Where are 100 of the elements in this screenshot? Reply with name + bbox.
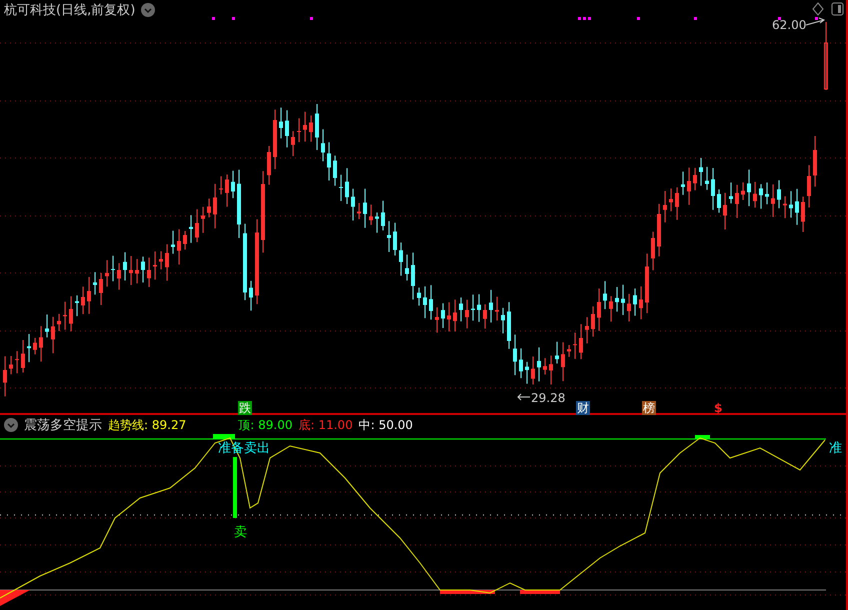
candle	[537, 346, 541, 382]
candle	[549, 355, 553, 385]
candle	[117, 262, 121, 290]
candle	[465, 299, 469, 329]
candle	[597, 288, 601, 332]
candle	[381, 200, 385, 231]
dropdown-icon[interactable]	[141, 3, 156, 17]
candle	[363, 188, 367, 228]
candle	[753, 181, 757, 208]
candle	[501, 307, 505, 334]
candle	[747, 169, 751, 207]
candle	[399, 242, 403, 276]
candle	[603, 280, 607, 310]
candle	[105, 260, 109, 288]
candle	[57, 313, 61, 332]
level-value: 中: 50.00	[358, 416, 413, 434]
event-marker[interactable]: $	[713, 401, 724, 415]
candle	[699, 157, 703, 186]
candle	[201, 206, 205, 234]
candle	[807, 164, 811, 208]
level-value: 顶: 89.00	[238, 416, 292, 434]
candle	[789, 190, 793, 218]
candle	[183, 230, 187, 250]
candle	[675, 186, 679, 220]
candle	[681, 171, 685, 196]
candle	[195, 208, 199, 243]
candle	[165, 244, 169, 282]
indicator-name: 震荡多空提示	[24, 417, 102, 434]
candle	[327, 142, 331, 182]
candle	[777, 180, 781, 209]
candle	[303, 111, 307, 142]
sell-signal-bar	[233, 457, 237, 518]
candle	[99, 272, 103, 306]
candle	[63, 301, 67, 330]
candle	[759, 184, 763, 210]
candle	[207, 198, 211, 218]
candle	[657, 203, 661, 257]
signal-label: 准	[828, 442, 843, 456]
candle	[471, 294, 475, 322]
arrow-icon	[517, 394, 530, 400]
candle	[273, 109, 277, 170]
candle	[561, 342, 565, 382]
candle	[177, 228, 181, 266]
candle	[33, 337, 37, 355]
candle	[519, 348, 523, 379]
candle	[645, 253, 649, 314]
dropdown-icon[interactable]	[4, 418, 18, 432]
level-value: 底: 11.00	[298, 416, 353, 434]
candle	[339, 174, 343, 202]
candle	[771, 184, 775, 218]
candle	[315, 104, 319, 151]
candle	[225, 174, 229, 208]
candle	[795, 188, 799, 226]
candle	[447, 302, 451, 332]
candle	[525, 361, 529, 384]
candle	[735, 184, 739, 218]
low-price-label: 29.28	[530, 391, 566, 405]
candle	[531, 356, 535, 386]
event-marker[interactable]: 跌	[238, 401, 252, 415]
candle	[693, 167, 697, 191]
candle	[429, 284, 433, 320]
candle	[291, 130, 295, 157]
candle	[495, 296, 499, 321]
candle	[141, 256, 145, 284]
candle	[555, 341, 559, 364]
signal-label: 卖	[233, 526, 248, 540]
candle	[573, 332, 577, 360]
event-marker[interactable]: 财	[576, 401, 590, 415]
diamond-icon[interactable]	[812, 2, 824, 16]
candle	[189, 214, 193, 244]
arrow-icon	[806, 18, 826, 26]
candle	[513, 334, 517, 376]
candle	[687, 167, 691, 206]
candle	[357, 202, 361, 220]
candle	[159, 250, 163, 270]
candle	[609, 296, 613, 322]
candle	[249, 280, 253, 312]
candle	[783, 196, 787, 219]
candle	[147, 257, 151, 288]
candle	[567, 344, 571, 358]
candle	[21, 340, 25, 373]
candle	[75, 294, 79, 317]
candle	[27, 334, 31, 363]
candle	[375, 212, 379, 234]
candle	[651, 231, 655, 271]
event-marker[interactable]: 榜	[642, 401, 656, 415]
candle	[387, 220, 391, 252]
candle	[129, 256, 133, 286]
candle	[15, 350, 19, 374]
candle	[309, 115, 313, 142]
candle	[51, 316, 55, 354]
candle	[351, 188, 355, 222]
candle	[459, 297, 463, 322]
candle	[123, 252, 127, 281]
candle	[591, 306, 595, 338]
panel-toggle-icon[interactable]	[832, 2, 844, 16]
candle	[489, 289, 493, 323]
candle	[417, 287, 421, 306]
candle	[369, 204, 373, 226]
trend-value: 趋势线: 89.27	[108, 416, 186, 434]
